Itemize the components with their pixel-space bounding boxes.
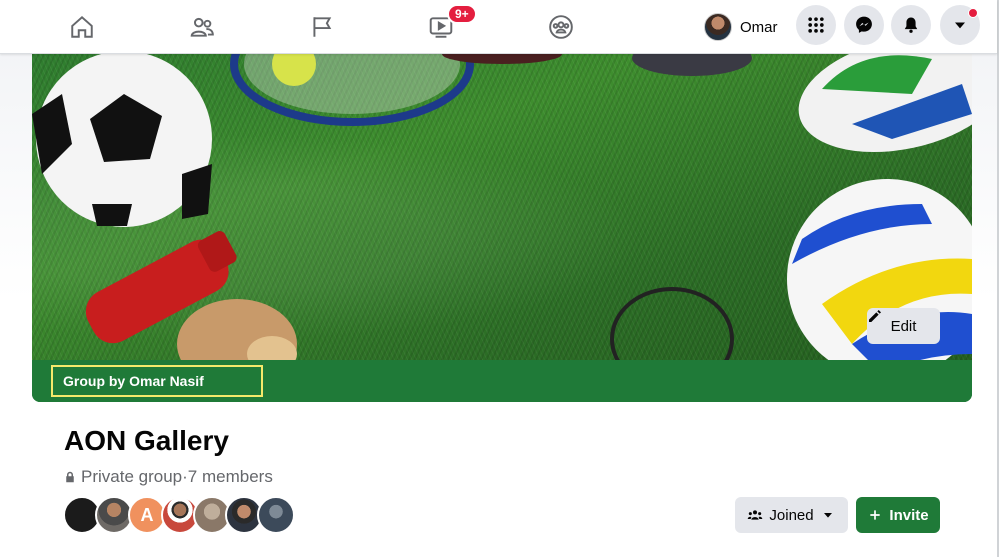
edit-label: Edit — [890, 317, 917, 335]
privacy-label[interactable]: Private group — [81, 467, 182, 487]
group-title[interactable]: AON Gallery — [64, 425, 229, 457]
pages-flag-icon[interactable] — [302, 7, 342, 47]
top-navigation-bar: 9+ Omar — [0, 0, 997, 54]
avatar — [704, 13, 732, 41]
group-members-icon — [748, 510, 763, 520]
groups-icon[interactable] — [541, 7, 581, 47]
rugby-ball-image — [798, 54, 972, 153]
friends-icon[interactable] — [182, 7, 222, 47]
invite-button[interactable]: Invite — [856, 497, 940, 533]
home-icon[interactable] — [62, 7, 102, 47]
member-initial: A — [140, 504, 154, 525]
lock-icon — [66, 471, 74, 483]
pencil-icon — [869, 310, 881, 322]
notification-dot — [968, 8, 978, 18]
account-menu-button[interactable] — [940, 5, 980, 45]
group-owner-label[interactable]: Group by Omar Nasif — [51, 365, 263, 397]
profile-button[interactable]: Omar — [701, 9, 786, 45]
profile-name: Omar — [740, 18, 778, 36]
edit-cover-button[interactable]: Edit — [867, 308, 940, 344]
joined-button[interactable]: Joined — [735, 497, 848, 533]
messenger-button[interactable] — [844, 5, 884, 45]
group-meta: Private group · 7 members — [64, 467, 273, 487]
notifications-button[interactable] — [891, 5, 931, 45]
notifications-bell-icon — [904, 17, 918, 33]
menu-grid-button[interactable] — [796, 5, 836, 45]
tennis-racket-image — [230, 54, 474, 126]
invite-label: Invite — [889, 506, 929, 524]
group-owner-text: Group by Omar Nasif — [63, 373, 204, 389]
cover-photo-container: Edit Group by Omar Nasif — [32, 54, 972, 402]
messenger-icon — [856, 16, 872, 33]
joined-label: Joined — [769, 506, 814, 524]
menu-grid-icon — [808, 17, 824, 33]
watch-notification-badge: 9+ — [447, 4, 477, 24]
cover-photo: Edit — [32, 54, 972, 360]
member-avatar[interactable] — [257, 496, 295, 534]
account-caret-icon — [955, 22, 965, 29]
plus-icon — [870, 510, 881, 520]
chevron-down-icon — [823, 513, 832, 518]
members-count[interactable]: 7 members — [188, 467, 273, 487]
soccer-ball-image — [32, 54, 212, 227]
cover-caption-bar: Group by Omar Nasif — [32, 360, 972, 402]
